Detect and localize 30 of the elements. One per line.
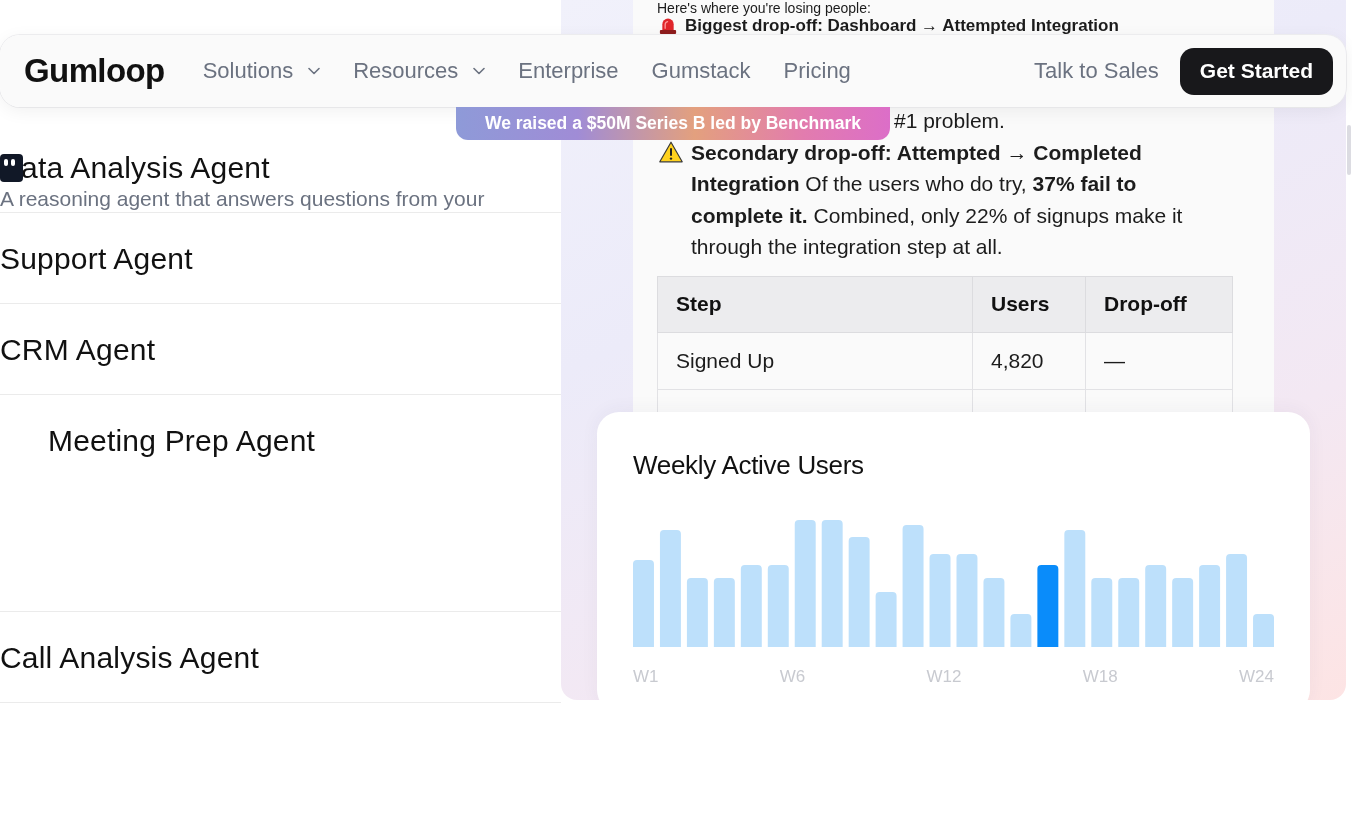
report-text: Here's where you're losing people: <box>657 0 872 16</box>
agent-description: A reasoning agent that answers questions from your <box>0 188 486 210</box>
get-started-button[interactable]: Get Started <box>1179 47 1333 95</box>
nav-dropdown[interactable]: Resources <box>353 58 486 84</box>
table-cell: 4,820 <box>972 332 1086 389</box>
table-cell: Signed Up <box>657 332 973 389</box>
column-header: Users <box>972 276 1086 332</box>
agent-title[interactable]: CRM Agent <box>0 333 156 367</box>
agent-title[interactable]: Support Agent <box>0 242 193 276</box>
agent-title[interactable]: Call Analysis Agent <box>0 641 259 675</box>
column-header: Step <box>657 276 973 332</box>
nav-link[interactable]: Enterprise <box>518 58 619 84</box>
warning-icon <box>659 140 683 163</box>
eyes-icon <box>0 154 23 182</box>
chevron-down-icon <box>308 67 321 75</box>
logo[interactable]: Gumloop <box>24 51 165 91</box>
alert-heading: Biggest drop-off: Dashboard → Attempted Integration <box>685 16 1119 35</box>
table-cell: — <box>1085 332 1233 389</box>
chevron-down-icon <box>473 67 486 75</box>
nav-dropdown[interactable]: Solutions <box>202 58 321 84</box>
column-header: Drop-off <box>1085 276 1233 332</box>
report-paragraph: Secondary drop-off: Attempted → Completed Integration Of the users who do try, 37% fail to complete it. Combined, only 22% of signups make it through the integration step at all. <box>691 139 1184 260</box>
report-text: #1 problem. <box>894 109 1005 132</box>
agent-title[interactable]: Meeting Prep Agent <box>48 424 316 458</box>
talk-to-sales-link[interactable]: Talk to Sales <box>1034 58 1159 84</box>
siren-icon <box>659 17 677 34</box>
nav-link[interactable]: Gumstack <box>651 58 751 84</box>
chart-title: Weekly Active Users <box>633 451 865 479</box>
agent-title[interactable]: ata Analysis Agent <box>21 151 270 185</box>
nav-link[interactable]: Pricing <box>783 58 851 84</box>
